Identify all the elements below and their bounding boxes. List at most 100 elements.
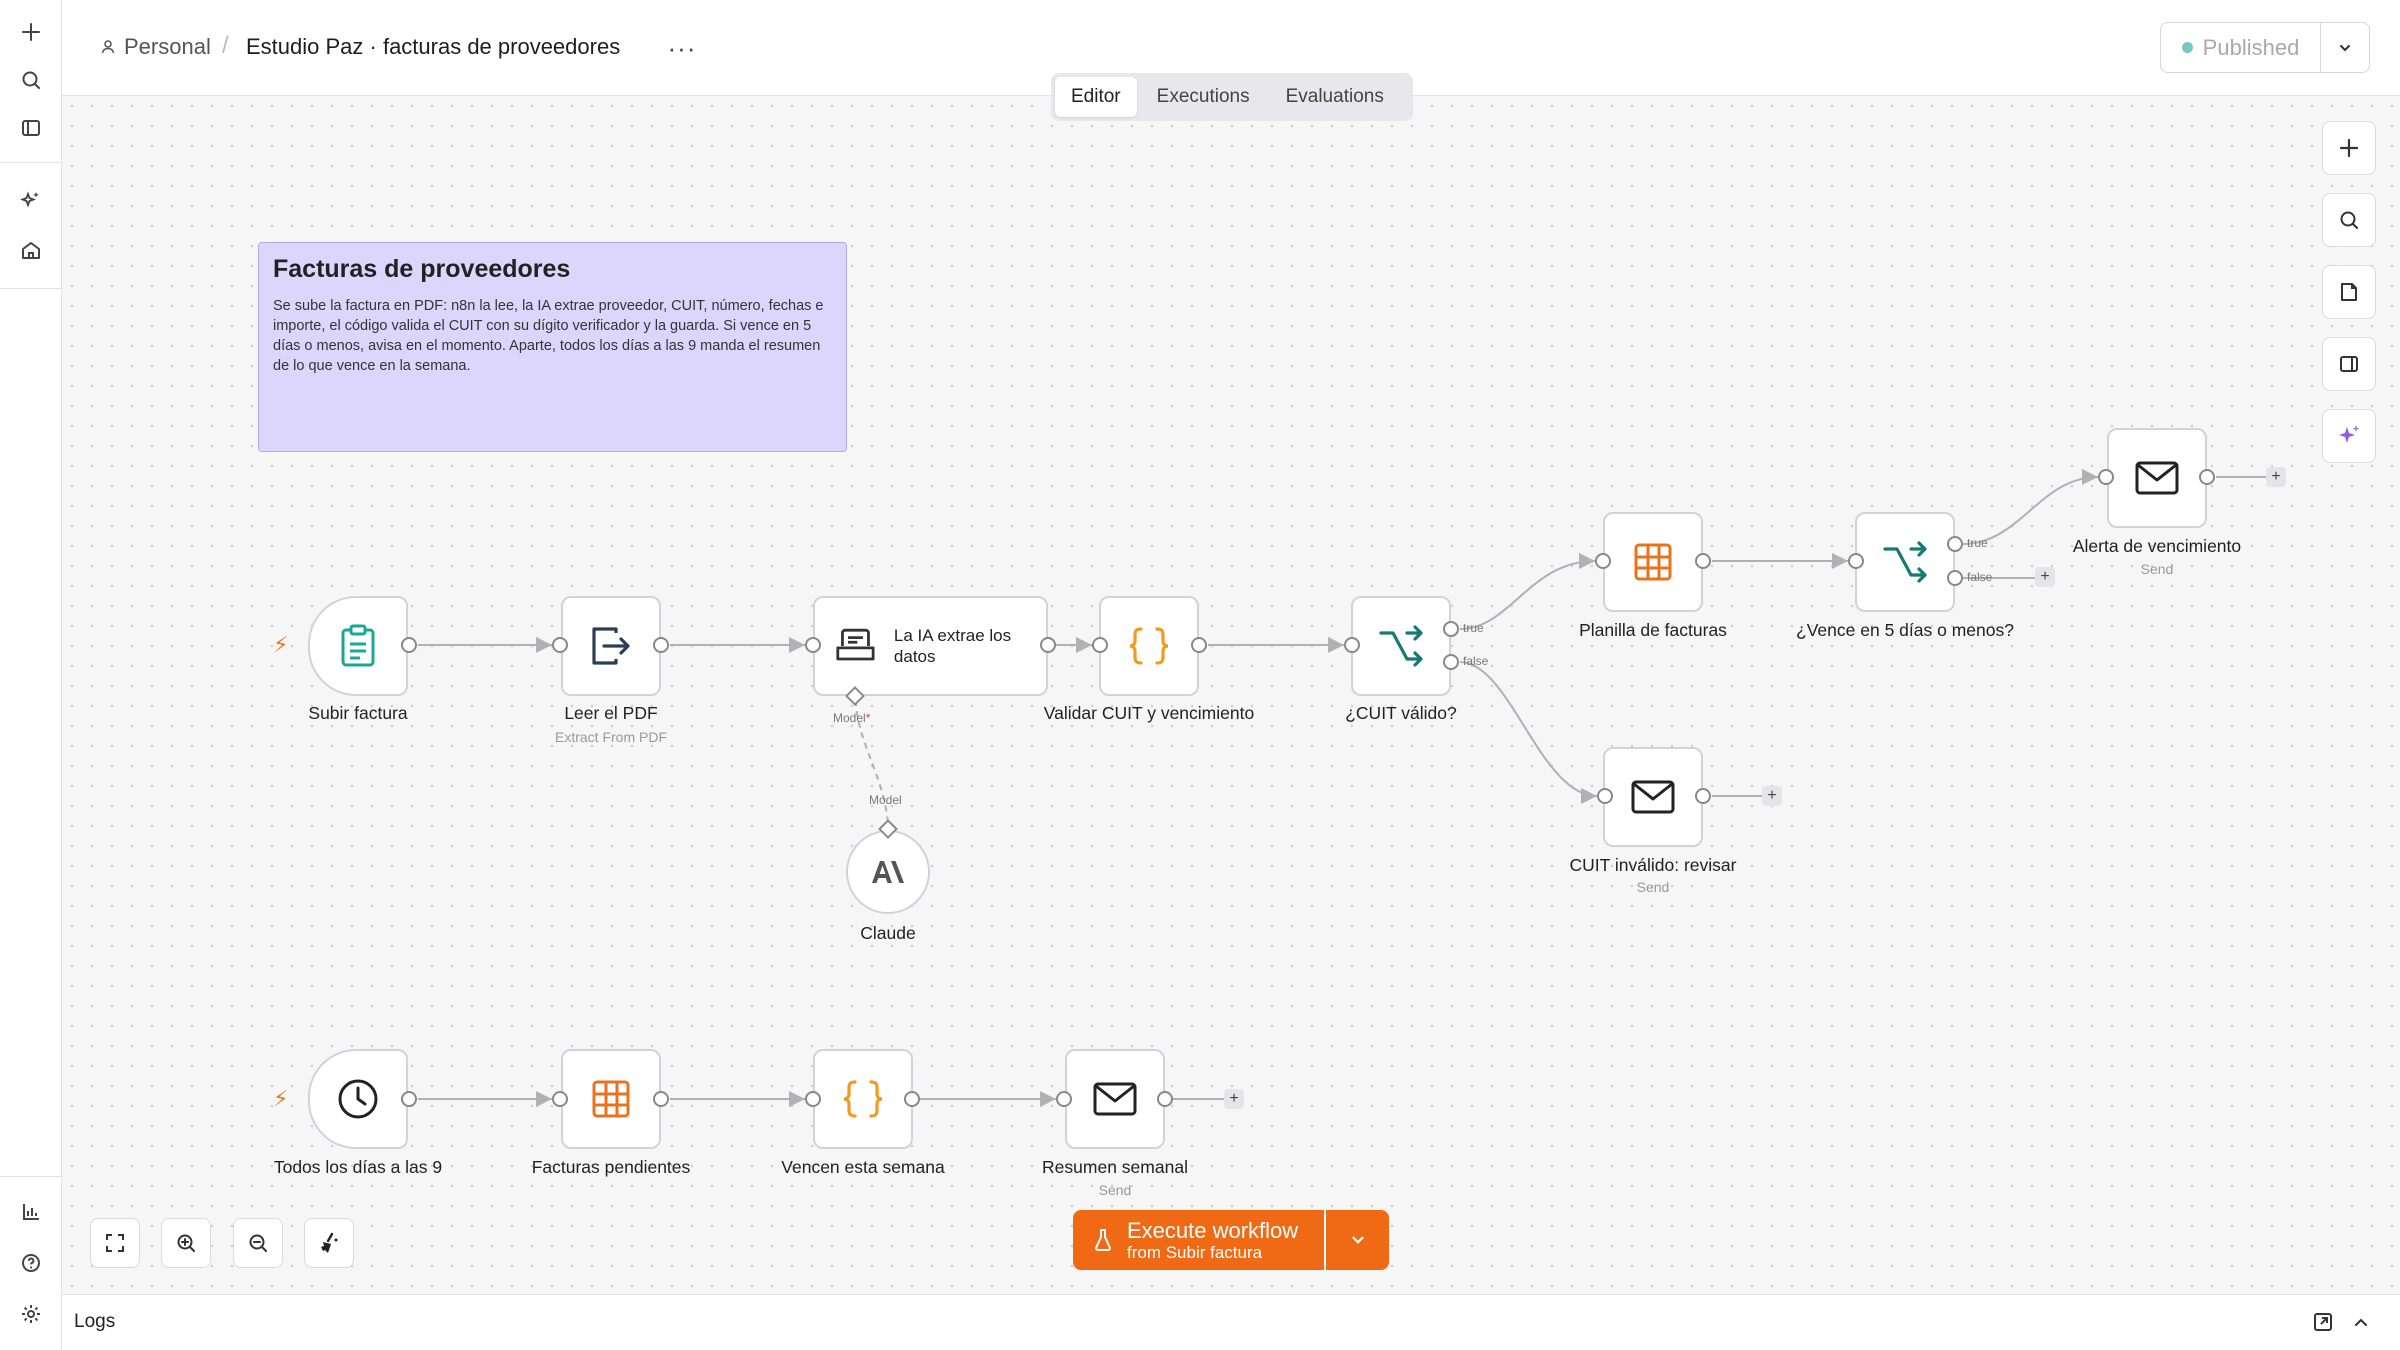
ai-assistant-button[interactable] [2322,409,2376,463]
code-braces-icon [1129,627,1169,665]
node-sub-cuit-invalido: Send [1636,879,1670,895]
zoom-in-button[interactable] [161,1218,211,1268]
node-validar-cuit[interactable] [1099,596,1199,696]
toggle-panel-button[interactable] [2322,337,2376,391]
zoom-out-icon [249,1234,267,1252]
anthropic-icon [872,861,904,883]
output-port[interactable] [2199,469,2215,485]
node-subir-factura[interactable] [308,596,408,696]
zoom-out-button[interactable] [233,1218,283,1268]
trigger-bolt-icon: ⚡ [273,632,289,657]
publish-button[interactable]: Published [2161,23,2321,72]
node-vence-5[interactable] [1855,512,1955,612]
more-options-button[interactable]: ··· [662,28,702,68]
output-port[interactable] [653,637,669,653]
node-cuit-valido[interactable] [1351,596,1451,696]
node-leer-pdf[interactable] [561,596,661,696]
node-label-claude: Claude [860,923,916,943]
execute-workflow-button[interactable]: Execute workflow from Subir factura [1073,1210,1326,1270]
add-sticky-button[interactable] [2322,265,2376,319]
mail-icon [1631,780,1675,814]
node-resumen-semanal[interactable] [1065,1049,1165,1149]
chevron-up-icon[interactable] [2350,1311,2372,1338]
node-claude[interactable] [846,830,930,914]
output-port[interactable] [1695,553,1711,569]
tab-executions[interactable]: Executions [1141,77,1266,117]
edge-label-model-required: Model* [833,711,871,725]
rail-divider [0,288,62,289]
mail-icon [1093,1082,1137,1116]
node-ia-extrae[interactable]: La IA extrae los datos [813,596,1048,696]
sidebar-toggle-icon[interactable] [15,112,47,144]
output-port[interactable] [653,1091,669,1107]
publish-dropdown-button[interactable] [2321,23,2369,72]
sticky-note[interactable]: Facturas de proveedores Se sube la factu… [258,242,847,452]
search-icon[interactable] [15,64,47,96]
node-todos-dias[interactable] [308,1049,408,1149]
node-vencen-semana[interactable] [813,1049,913,1149]
node-cuit-invalido[interactable] [1603,747,1703,847]
insights-chart-icon[interactable] [15,1196,47,1228]
tab-editor[interactable]: Editor [1055,77,1137,117]
execute-dropdown-button[interactable] [1326,1210,1389,1270]
input-port[interactable] [1597,788,1613,804]
input-port[interactable] [1595,553,1611,569]
fit-view-button[interactable] [90,1218,140,1268]
file-export-icon [592,627,630,665]
output-port-true[interactable] [1947,536,1963,552]
input-port[interactable] [552,637,568,653]
input-port[interactable] [552,1091,568,1107]
add-node-button[interactable]: + [1224,1089,1244,1109]
output-port[interactable] [1157,1091,1173,1107]
input-port[interactable] [1056,1091,1072,1107]
output-port[interactable] [1191,637,1207,653]
publish-control: Published [2160,22,2370,73]
output-port[interactable] [401,637,417,653]
left-rail [0,0,62,1350]
input-port[interactable] [805,637,821,653]
node-alerta[interactable] [2107,428,2207,528]
tab-evaluations[interactable]: Evaluations [1270,77,1400,117]
output-port[interactable] [904,1091,920,1107]
logs-panel-bar[interactable]: Logs [62,1294,2400,1350]
breadcrumb-personal-label: Personal [124,34,211,59]
workflow-title[interactable]: Estudio Paz · facturas de proveedores [246,34,620,60]
node-label-validar-cuit: Validar CUIT y vencimiento [1043,703,1255,723]
node-label-resumen-semanal: Resumen semanal [1042,1157,1188,1177]
node-sub-alerta: Send [2140,561,2174,577]
input-port[interactable] [2098,469,2114,485]
edge-label-false: false [1967,570,1993,584]
input-port[interactable] [805,1091,821,1107]
add-node-button[interactable]: + [1762,786,1782,806]
home-icon[interactable] [15,234,47,266]
help-icon[interactable] [15,1247,47,1279]
output-port[interactable] [1040,637,1056,653]
output-port-false[interactable] [1947,570,1963,586]
settings-gear-icon[interactable] [15,1298,47,1330]
output-port[interactable] [1695,788,1711,804]
add-node-toolbar-button[interactable] [2322,121,2376,175]
pop-out-icon[interactable] [2312,1311,2334,1338]
input-port[interactable] [1092,637,1108,653]
output-port[interactable] [401,1091,417,1107]
tidy-up-button[interactable] [304,1218,354,1268]
table-icon [592,1080,630,1118]
search-nodes-button[interactable] [2322,193,2376,247]
sparkle-agent-icon[interactable] [15,184,47,216]
edge-label-false: false [1463,654,1489,668]
output-port-false[interactable] [1443,654,1459,670]
input-port[interactable] [1344,637,1360,653]
if-branch-icon [1883,541,1927,583]
node-sub-resumen-semanal: Send [1098,1182,1132,1198]
add-node-button[interactable]: + [2035,567,2055,587]
add-node-button[interactable]: + [2266,467,2286,487]
node-facturas-pendientes[interactable] [561,1049,661,1149]
node-planilla[interactable] [1603,512,1703,612]
output-port-true[interactable] [1443,621,1459,637]
fullscreen-icon [106,1234,124,1252]
breadcrumb-personal[interactable]: Personal [100,34,211,60]
node-label-vencen-semana: Vencen esta semana [781,1157,945,1177]
input-port[interactable] [1848,553,1864,569]
publish-status-dot [2181,42,2193,53]
add-icon[interactable] [15,16,47,48]
